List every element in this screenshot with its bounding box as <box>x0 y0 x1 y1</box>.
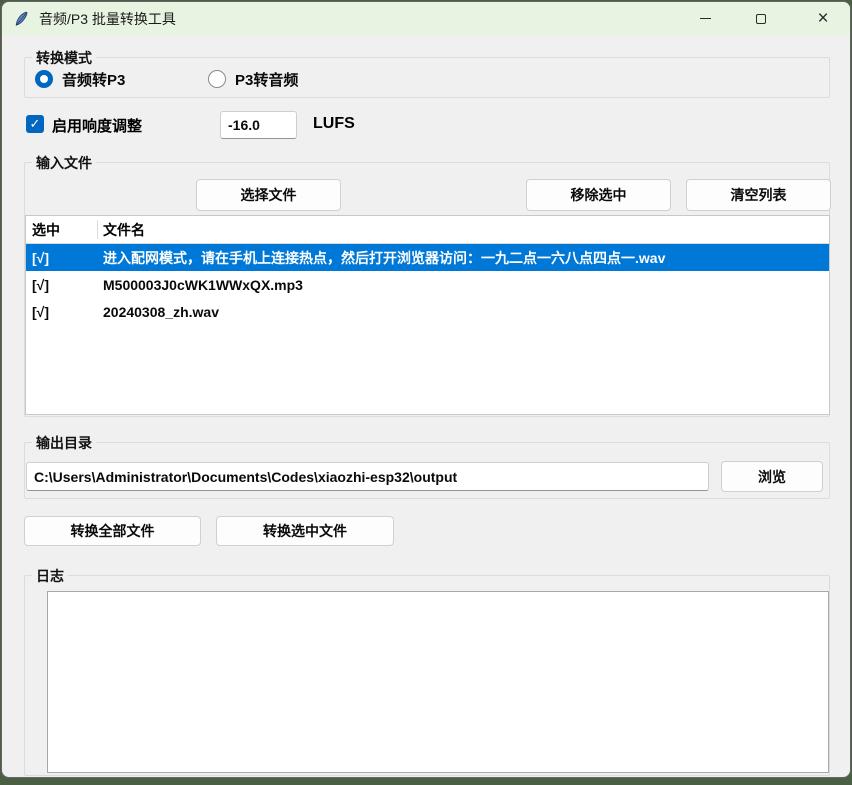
output-path-input[interactable]: C:\Users\Administrator\Documents\Codes\x… <box>26 462 709 491</box>
minimize-icon <box>700 18 711 19</box>
lufs-unit-label: LUFS <box>313 115 355 133</box>
minimize-button[interactable] <box>682 2 728 35</box>
header-filename-column[interactable]: 文件名 <box>103 220 829 240</box>
checkmark-icon: ✓ <box>30 116 41 132</box>
titlebar: 音频/P3 批量转换工具 × <box>2 2 850 35</box>
log-group-label: 日志 <box>32 566 68 586</box>
radio-p3-to-audio-label: P3转音频 <box>235 69 298 90</box>
convert-selected-button[interactable]: 转换选中文件 <box>216 516 394 546</box>
loudness-checkbox-label: 启用响度调整 <box>52 115 142 136</box>
browse-button[interactable]: 浏览 <box>721 461 823 492</box>
header-checked-column[interactable]: 选中 <box>26 220 103 240</box>
input-group-label: 输入文件 <box>32 153 96 173</box>
close-button[interactable]: × <box>800 2 846 35</box>
log-textarea[interactable] <box>47 591 829 773</box>
table-row[interactable]: [√] 进入配网模式，请在手机上连接热点，然后打开浏览器访问：一九二点一六八点四… <box>26 244 829 271</box>
radio-selected-icon <box>35 70 53 88</box>
mode-group-label: 转换模式 <box>32 48 96 68</box>
input-files-groupbox: 输入文件 选择文件 移除选中 清空列表 选中 文件名 [√] 进入配网模式，请在… <box>24 162 830 417</box>
column-separator <box>97 220 98 239</box>
log-groupbox: 日志 <box>24 575 830 776</box>
output-dir-groupbox: 输出目录 C:\Users\Administrator\Documents\Co… <box>24 442 830 499</box>
row-filename-cell: 进入配网模式，请在手机上连接热点，然后打开浏览器访问：一九二点一六八点四点一.w… <box>103 248 829 268</box>
window-title: 音频/P3 批量转换工具 <box>39 9 176 29</box>
table-row[interactable]: [√] M500003J0cWK1WWxQX.mp3 <box>26 271 829 298</box>
loudness-checkbox[interactable]: ✓ <box>26 115 44 133</box>
table-row[interactable]: [√] 20240308_zh.wav <box>26 298 829 325</box>
row-checked-cell: [√] <box>26 277 103 293</box>
radio-p3-to-audio[interactable]: P3转音频 <box>208 69 298 89</box>
radio-audio-to-p3-label: 音频转P3 <box>62 69 125 90</box>
radio-audio-to-p3[interactable]: 音频转P3 <box>35 69 125 89</box>
row-filename-cell: M500003J0cWK1WWxQX.mp3 <box>103 277 829 293</box>
clear-list-button[interactable]: 清空列表 <box>686 179 831 211</box>
output-group-label: 输出目录 <box>32 433 96 453</box>
mode-groupbox: 转换模式 音频转P3 P3转音频 <box>24 57 830 98</box>
file-list-header[interactable]: 选中 文件名 <box>26 216 829 244</box>
close-icon: × <box>817 9 828 28</box>
convert-all-button[interactable]: 转换全部文件 <box>24 516 201 546</box>
lufs-input[interactable]: -16.0 <box>220 111 297 139</box>
python-feather-icon <box>13 10 31 28</box>
row-checked-cell: [√] <box>26 304 103 320</box>
select-files-button[interactable]: 选择文件 <box>196 179 341 211</box>
radio-unselected-icon <box>208 70 226 88</box>
app-window: 音频/P3 批量转换工具 × 转换模式 音频转P3 P3转音频 ✓ 启用响度调整… <box>1 1 851 778</box>
row-filename-cell: 20240308_zh.wav <box>103 304 829 320</box>
maximize-icon <box>756 14 766 24</box>
remove-selected-button[interactable]: 移除选中 <box>526 179 671 211</box>
maximize-button[interactable] <box>738 2 784 35</box>
file-list-table[interactable]: 选中 文件名 [√] 进入配网模式，请在手机上连接热点，然后打开浏览器访问：一九… <box>25 215 830 415</box>
row-checked-cell: [√] <box>26 250 103 266</box>
